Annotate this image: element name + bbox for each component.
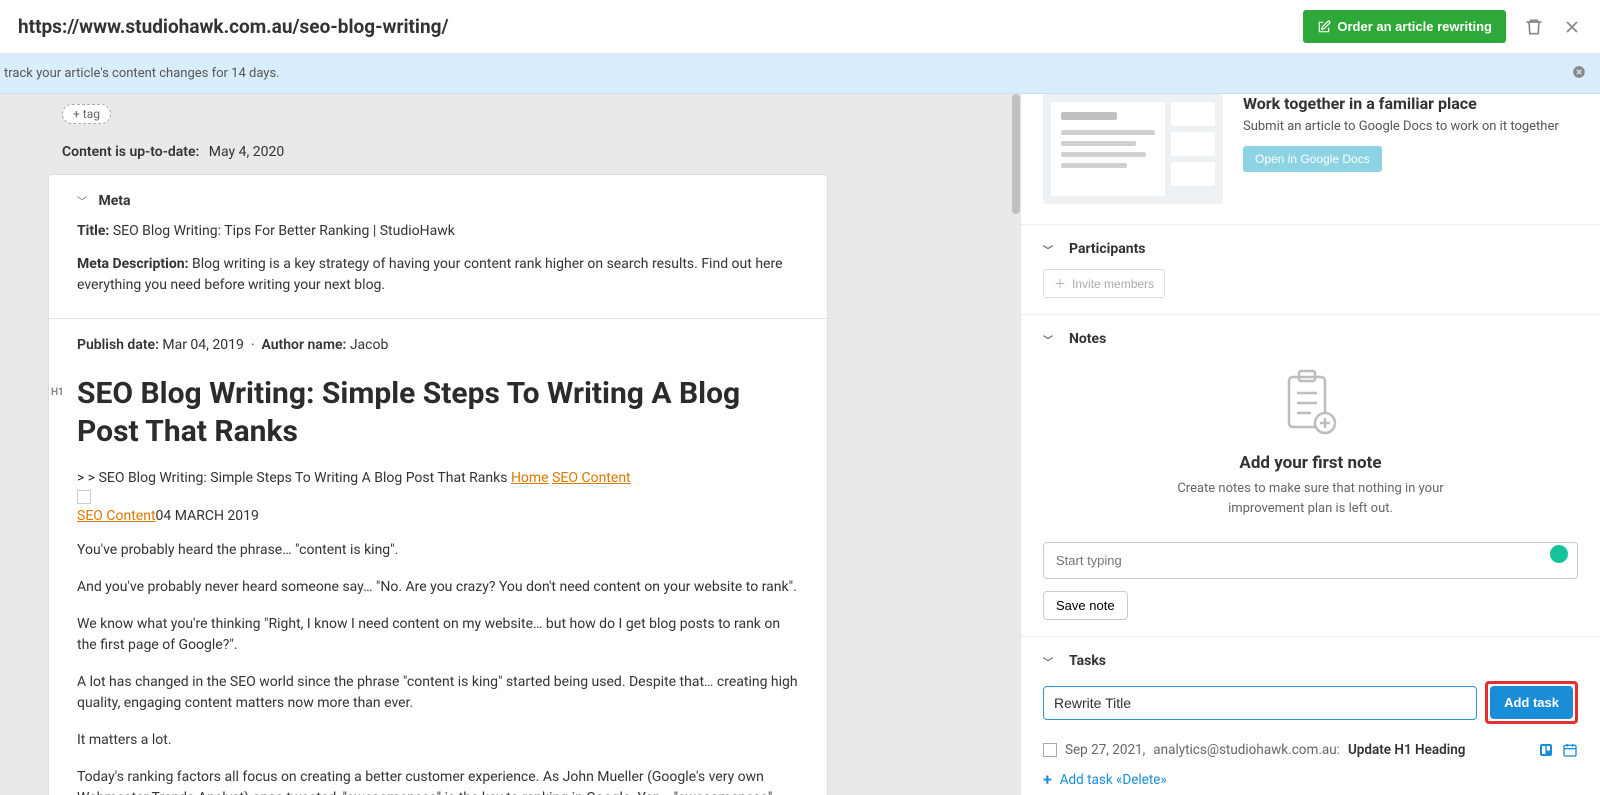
breadcrumb-prefix: > > SEO Blog Writing: Simple Steps To Wr… (77, 470, 511, 486)
breadcrumb-home-link[interactable]: Home (511, 470, 549, 486)
chevron-down-icon: ﹀ (1043, 242, 1053, 257)
para-1: You've probably heard the phrase… "conte… (77, 540, 799, 561)
notes-subtitle: Create notes to make sure that nothing i… (1151, 479, 1471, 518)
breadcrumb-seo-link[interactable]: SEO Content (552, 470, 631, 486)
publish-row: Publish date: Mar 04, 2019 · Author name… (77, 337, 799, 353)
plus-icon: ＋ (1054, 275, 1066, 292)
quick-add-delete[interactable]: + Add task «Delete» (1043, 772, 1578, 788)
order-rewriting-label: Order an article rewriting (1337, 19, 1492, 34)
seo-content-link[interactable]: SEO Content (77, 508, 156, 524)
task-email: analytics@studiohawk.com.au: (1153, 742, 1340, 758)
header-bar: https://www.studiohawk.com.au/seo-blog-w… (0, 0, 1600, 54)
invite-label: Invite members (1072, 277, 1154, 291)
para-4: A lot has changed in the SEO world since… (77, 672, 799, 714)
participants-section: ﹀ Participants ＋ Invite members (1021, 225, 1600, 315)
para-6: Today's ranking factors all focus on cre… (77, 767, 799, 795)
open-gdocs-button[interactable]: Open in Google Docs (1243, 146, 1382, 172)
order-rewriting-button[interactable]: Order an article rewriting (1303, 10, 1506, 43)
meta-desc-label: Meta Description: (77, 256, 189, 272)
publish-value: Mar 04, 2019 (162, 337, 244, 353)
add-task-highlight: Add task (1485, 681, 1578, 724)
meta-heading: Meta (98, 193, 130, 209)
calendar-icon[interactable] (1562, 742, 1578, 758)
article-h1: SEO Blog Writing: Simple Steps To Writin… (77, 375, 799, 450)
meta-section: ﹀ Meta Title: SEO Blog Writing: Tips For… (49, 175, 827, 319)
chevron-down-icon: ﹀ (1043, 332, 1053, 347)
notes-title: Add your first note (1043, 453, 1578, 473)
note-input[interactable] (1043, 542, 1578, 579)
page-url: https://www.studiohawk.com.au/seo-blog-w… (18, 15, 1303, 38)
task-checkbox[interactable] (1043, 743, 1057, 757)
left-pane: + tag Content is up-to-date: May 4, 2020… (0, 94, 1020, 795)
close-icon[interactable] (1562, 17, 1582, 37)
tasks-toggle[interactable]: ﹀ Tasks (1043, 653, 1578, 669)
participants-heading: Participants (1069, 241, 1146, 257)
gdocs-subtitle: Submit an article to Google Docs to work… (1243, 119, 1578, 134)
content-card: ﹀ Meta Title: SEO Blog Writing: Tips For… (48, 174, 828, 795)
status-label: Content is up-to-date: (62, 144, 199, 160)
h1-badge: H1 (51, 387, 64, 398)
clipboard-icon (1281, 369, 1341, 441)
content-status: Content is up-to-date: May 4, 2020 (48, 144, 1020, 174)
meta-toggle[interactable]: ﹀ Meta (77, 193, 799, 209)
status-date: May 4, 2020 (209, 144, 284, 160)
gdocs-title: Work together in a familiar place (1243, 94, 1578, 113)
article-section: Publish date: Mar 04, 2019 · Author name… (49, 319, 827, 795)
right-pane: Work together in a familiar place Submit… (1020, 94, 1600, 795)
edit-icon (1317, 20, 1331, 34)
plus-icon: + (1043, 772, 1052, 788)
banner-close-icon[interactable] (1572, 64, 1586, 83)
scrollbar-thumb[interactable] (1012, 94, 1020, 214)
notes-section: ﹀ Notes Add your first not (1021, 315, 1600, 637)
quick-add-delete-label: Add task «Delete» (1060, 772, 1167, 788)
grammarly-icon (1550, 545, 1568, 563)
task-date: Sep 27, 2021, (1065, 742, 1145, 758)
author-value: Jacob (350, 337, 389, 353)
meta-title-value: SEO Blog Writing: Tips For Better Rankin… (113, 223, 455, 239)
para-3: We know what you're thinking "Right, I k… (77, 614, 799, 656)
task-input[interactable] (1043, 686, 1477, 720)
meta-title-label: Title: (77, 223, 109, 239)
trash-icon[interactable] (1524, 17, 1544, 37)
task-title: Update H1 Heading (1348, 742, 1466, 758)
save-note-button[interactable]: Save note (1043, 591, 1128, 620)
task-row: Sep 27, 2021, analytics@studiohawk.com.a… (1043, 742, 1578, 758)
para-5: It matters a lot. (77, 730, 799, 751)
invite-members-button[interactable]: ＋ Invite members (1043, 269, 1165, 298)
add-task-button[interactable]: Add task (1490, 686, 1573, 719)
gdocs-promo: Work together in a familiar place Submit… (1021, 94, 1600, 225)
author-label: Author name: (261, 337, 346, 353)
participants-toggle[interactable]: ﹀ Participants (1043, 241, 1578, 257)
banner-text: track your article's content changes for… (4, 66, 280, 81)
notes-toggle[interactable]: ﹀ Notes (1043, 331, 1578, 347)
article-date: 04 MARCH 2019 (156, 508, 259, 524)
para-2: And you've probably never heard someone … (77, 577, 799, 598)
chevron-down-icon: ﹀ (77, 197, 87, 208)
tasks-heading: Tasks (1069, 653, 1106, 669)
breadcrumb-line: > > SEO Blog Writing: Simple Steps To Wr… (77, 470, 799, 486)
notes-heading: Notes (1069, 331, 1106, 347)
broken-image-icon (77, 490, 91, 504)
tasks-section: ﹀ Tasks Add task Sep 27, 2021, analytics… (1021, 637, 1600, 795)
add-tag-button[interactable]: + tag (62, 104, 111, 124)
chevron-down-icon: ﹀ (1043, 654, 1053, 669)
publish-label: Publish date: (77, 337, 159, 353)
gdocs-thumbnail (1043, 94, 1223, 204)
trello-icon[interactable] (1538, 742, 1554, 758)
info-banner: track your article's content changes for… (0, 54, 1600, 94)
